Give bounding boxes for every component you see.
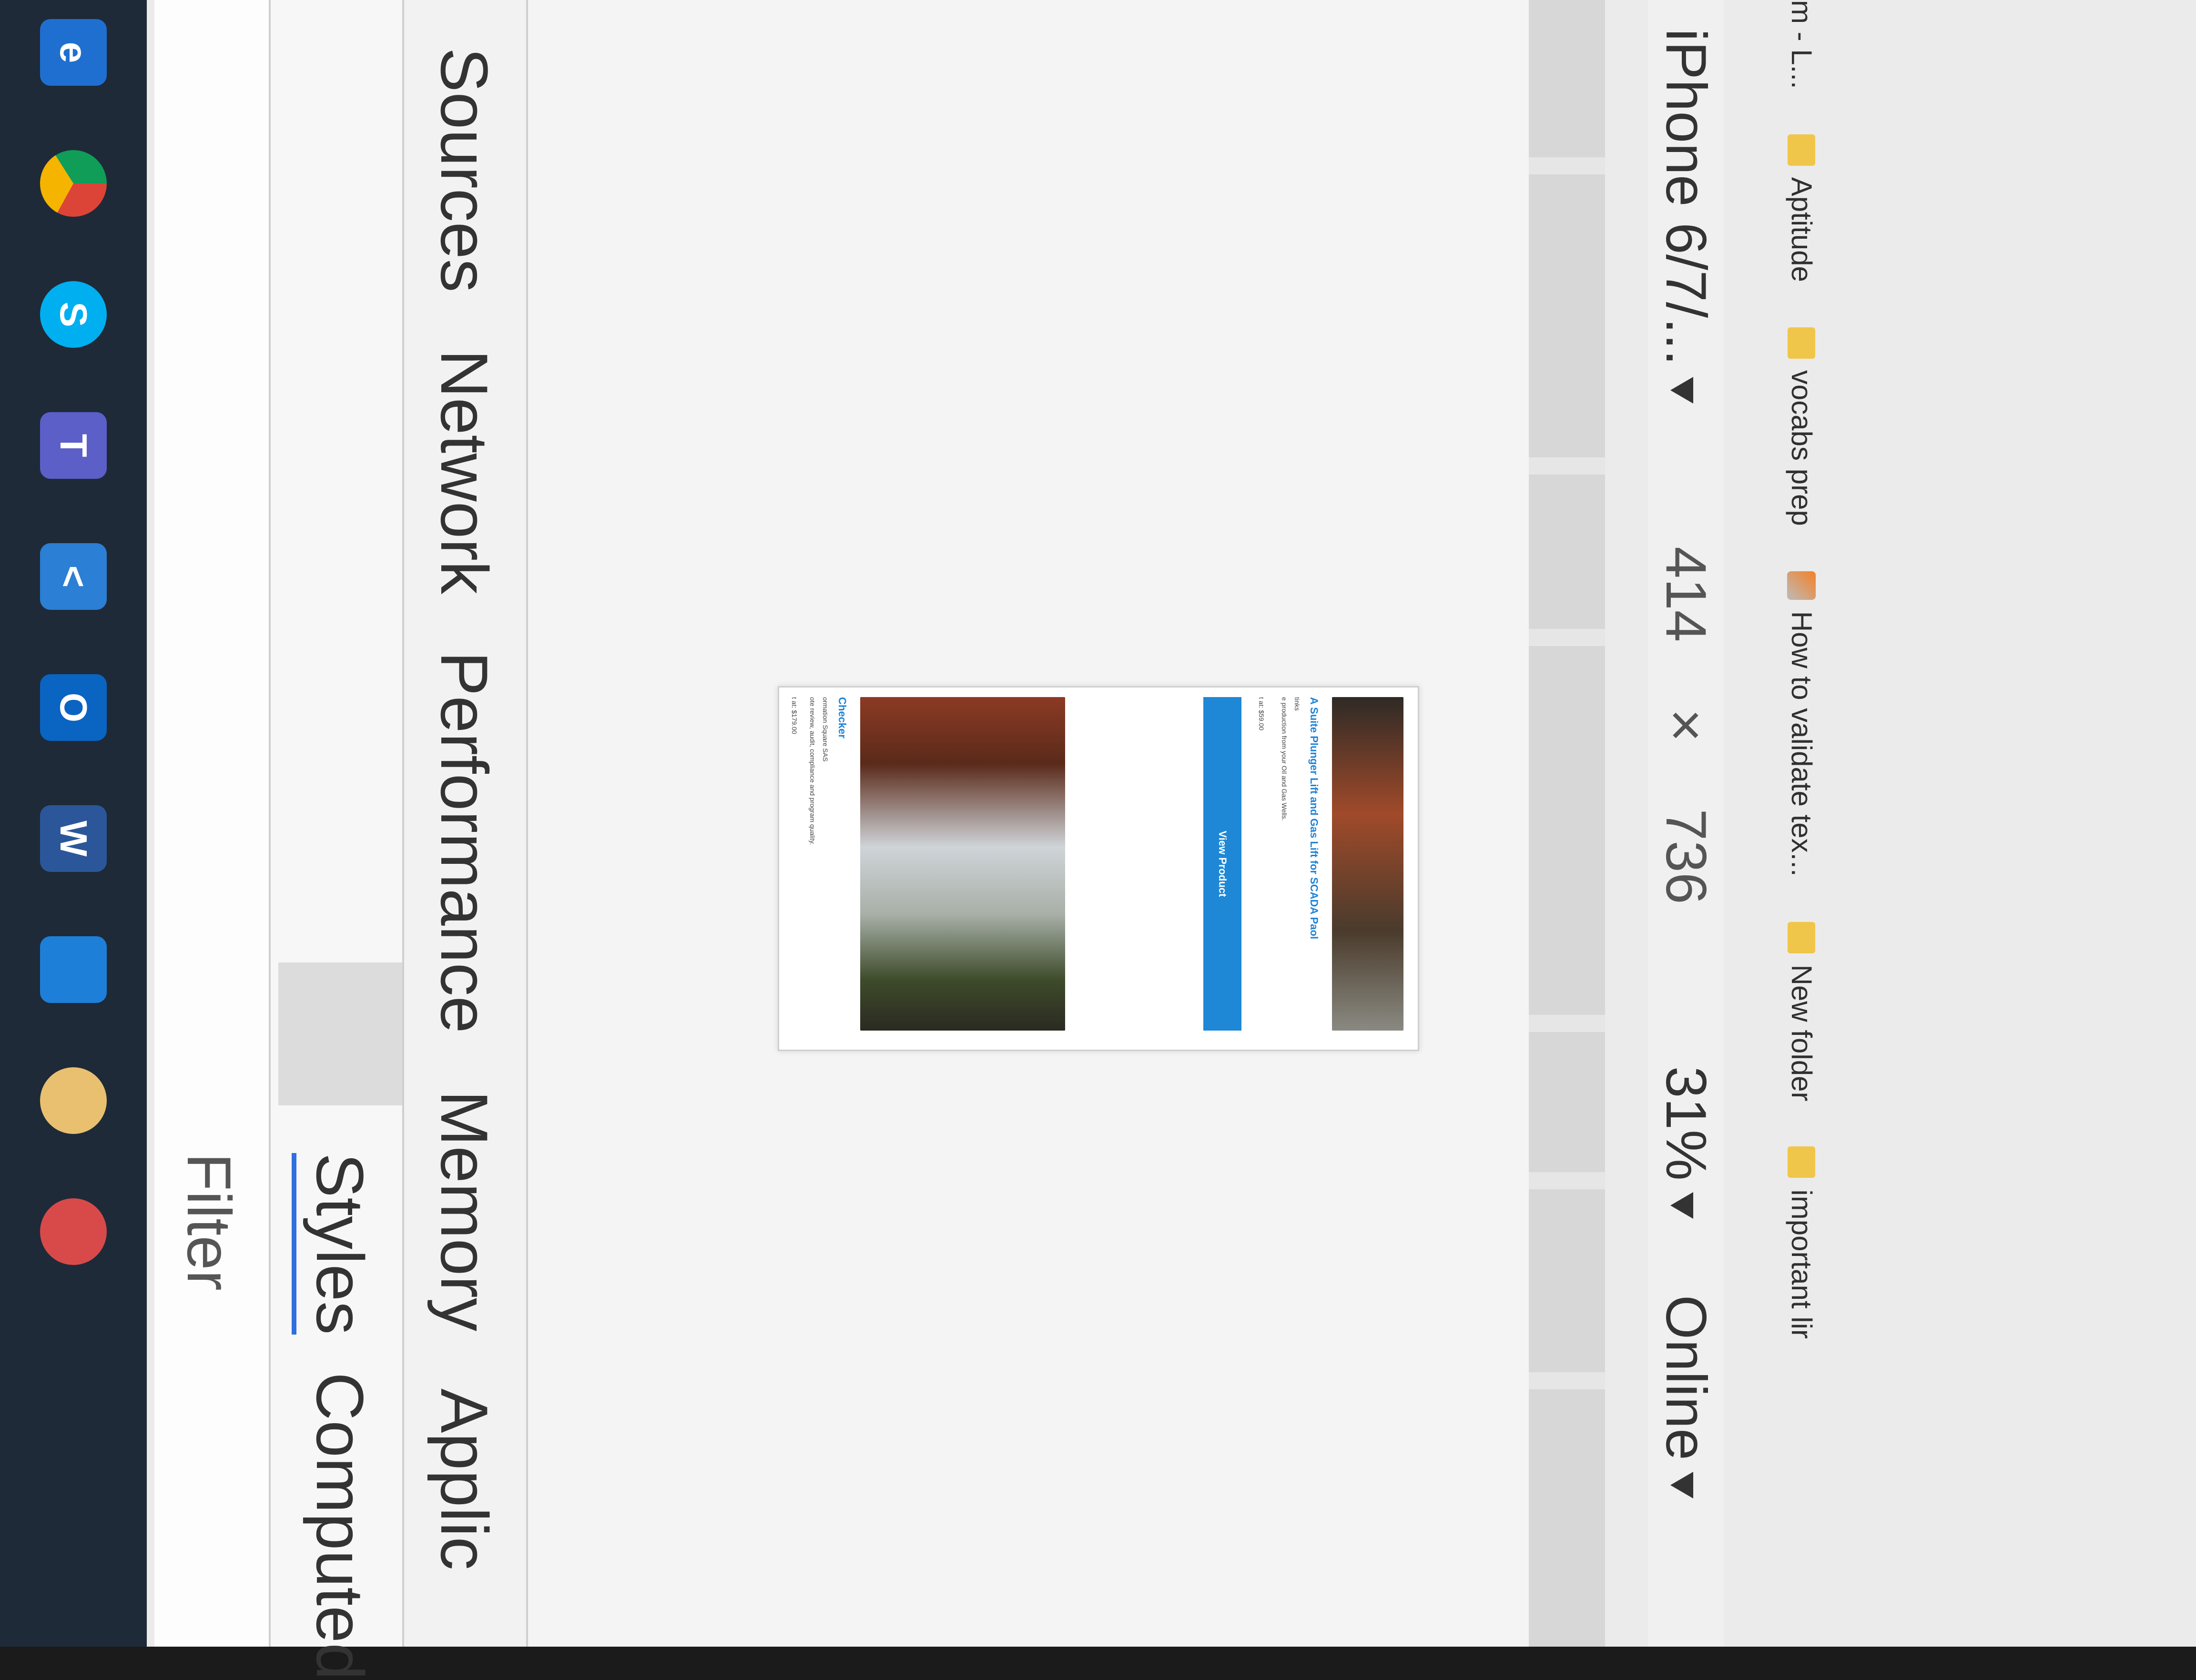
device-toolbar: iPhone 6/7/... 414 × 736 31% Online [1648, 0, 1724, 1647]
windows-taskbar: e S T < O W [0, 0, 147, 1647]
bookmark-item[interactable]: m - L... [1785, 0, 1818, 89]
snipping-icon[interactable] [40, 1198, 107, 1265]
styles-filter-row: Filter [154, 0, 271, 1647]
dimension-separator: × [1654, 708, 1718, 742]
bookmark-label: m - L... [1786, 0, 1818, 89]
chevron-down-icon [1670, 1471, 1693, 1498]
pane-scrollbar[interactable] [278, 962, 402, 1105]
height-input[interactable]: 736 [1653, 809, 1719, 904]
paint-icon[interactable] [40, 1067, 107, 1134]
product-title[interactable]: A Suite Plunger Lift and Gas Lift for SC… [1308, 697, 1320, 939]
edge-icon[interactable]: e [40, 19, 107, 86]
product-image [1332, 697, 1403, 1031]
bookmark-aptitude[interactable]: Aptitude [1785, 134, 1818, 282]
photos-icon[interactable] [40, 936, 107, 1003]
bookmark-important[interactable]: important lir [1785, 1146, 1818, 1339]
folder-icon [1788, 1146, 1816, 1178]
product-description: e production from your Oil and Gas Wells… [1281, 697, 1288, 821]
bookmark-stackoverflow[interactable]: How to validate tex... [1785, 571, 1818, 877]
network-value: Online [1654, 1295, 1718, 1460]
product-vendor: ormation Square SAS [822, 697, 829, 762]
chrome-icon[interactable] [40, 150, 107, 217]
bookmark-label: New folder [1786, 964, 1818, 1102]
folder-icon [1788, 134, 1816, 166]
bookmark-label: How to validate tex... [1786, 611, 1818, 877]
width-input[interactable]: 414 [1653, 547, 1719, 642]
screen: m - L... Aptitude vocabs prep How to val… [0, 0, 2196, 1680]
device-select[interactable]: iPhone 6/7/... [1653, 29, 1719, 404]
tab-network[interactable]: Network [426, 350, 503, 594]
tab-performance[interactable]: Performance [426, 651, 503, 1033]
product-line: tinks [1293, 697, 1301, 711]
styles-pane-tabbar: Styles Computed [269, 0, 404, 1680]
chevron-down-icon [1670, 377, 1693, 404]
folder-icon [1788, 921, 1816, 953]
product-price: t at: $179.00 [791, 697, 798, 734]
vscode-icon[interactable]: < [40, 543, 107, 610]
tab-application[interactable]: Applic [426, 1388, 503, 1570]
zoom-select[interactable]: 31% [1653, 1066, 1719, 1219]
media-query-ruler[interactable] [1529, 0, 1605, 1647]
product-price: t at: $59.00 [1258, 697, 1265, 731]
outlook-icon[interactable]: O [40, 674, 107, 741]
ruler-tick [1529, 157, 1605, 174]
ruler-tick [1529, 457, 1605, 475]
folder-icon [1788, 327, 1816, 359]
device-viewport: A Suite Plunger Lift and Gas Lift for SC… [302, 0, 1529, 1647]
teams-icon[interactable]: T [40, 412, 107, 479]
skype-icon[interactable]: S [40, 281, 107, 348]
bookmark-label: vocabs prep [1786, 370, 1818, 526]
page-preview[interactable]: A Suite Plunger Lift and Gas Lift for SC… [778, 686, 1419, 1051]
network-throttle-select[interactable]: Online [1653, 1295, 1719, 1498]
bookmark-label: Aptitude [1786, 177, 1818, 282]
bookmark-new-folder[interactable]: New folder [1785, 921, 1818, 1102]
tab-styles[interactable]: Styles [292, 1153, 378, 1335]
product-image [860, 697, 1065, 1031]
bookmarks-bar: m - L... Aptitude vocabs prep How to val… [1769, 0, 1834, 1647]
tab-sources[interactable]: Sources [426, 48, 503, 293]
zoom-value: 31% [1654, 1066, 1718, 1181]
view-product-button[interactable]: View Product [1203, 697, 1241, 1031]
filter-input[interactable]: Filter [173, 1153, 245, 1291]
tab-computed[interactable]: Computed [301, 1372, 378, 1680]
product-title[interactable]: Checker [836, 697, 848, 739]
chevron-down-icon [1670, 1192, 1693, 1219]
devtools-tabbar: Sources Network Performance Memory Appli… [402, 0, 528, 1647]
ruler-tick [1529, 629, 1605, 646]
tab-memory[interactable]: Memory [426, 1091, 503, 1332]
stackoverflow-icon [1787, 571, 1816, 600]
product-description: ote review, audit, compliance and progra… [809, 697, 816, 845]
bookmark-vocabs[interactable]: vocabs prep [1785, 327, 1818, 526]
device-name: iPhone 6/7/... [1654, 29, 1718, 366]
ruler-tick [1529, 1172, 1605, 1189]
word-icon[interactable]: W [40, 805, 107, 872]
ruler-tick [1529, 1372, 1605, 1389]
ruler-tick [1529, 1015, 1605, 1032]
bookmark-label: important lir [1786, 1189, 1818, 1339]
